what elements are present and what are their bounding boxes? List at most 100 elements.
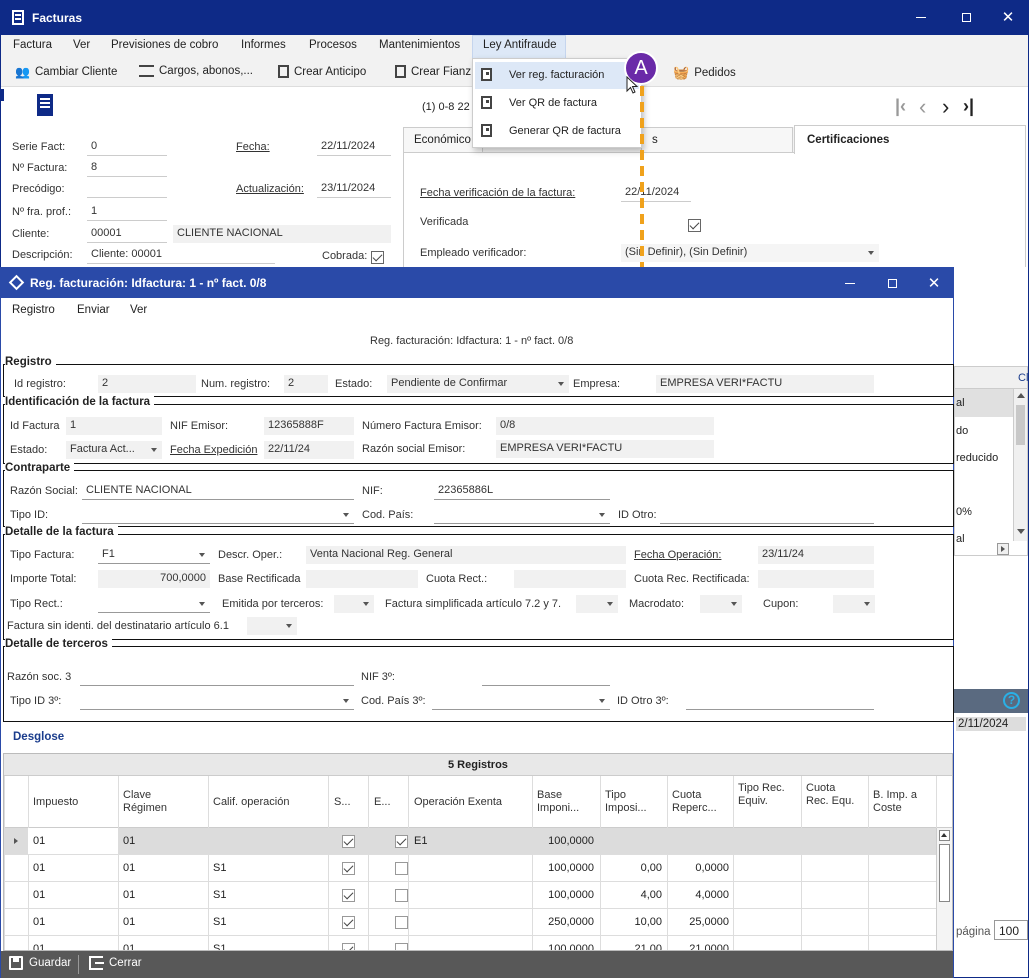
cell-s-checkbox[interactable]: [342, 889, 355, 903]
fecha-label[interactable]: Fecha:: [236, 141, 270, 153]
col-calif-operacion[interactable]: Calif. operación: [213, 796, 289, 809]
col-cuota-rec-equ[interactable]: Cuota Rec. Equ.: [806, 782, 856, 808]
nif3-field[interactable]: [482, 668, 610, 686]
last-record-icon[interactable]: ›|: [963, 96, 974, 117]
num-factura-field[interactable]: 8: [87, 159, 167, 177]
estado-registro-select[interactable]: Pendiente de Confirmar: [387, 375, 569, 393]
nfra-field[interactable]: 1: [87, 203, 167, 221]
col-cuota-repercutida[interactable]: Cuota Reperc...: [672, 789, 732, 815]
cargos-button[interactable]: Cargos, abonos,...: [139, 65, 253, 77]
cobrada-checkbox[interactable]: [371, 251, 384, 265]
descripcion-field[interactable]: Cliente: 00001: [87, 246, 275, 264]
cell-e-checkbox[interactable]: [395, 916, 408, 930]
macrodato-select[interactable]: [700, 595, 742, 613]
col-tipo-impositivo[interactable]: Tipo Imposi...: [605, 789, 665, 815]
cambiar-cliente-button[interactable]: 👥 Cambiar Cliente: [15, 65, 117, 79]
tab-economico[interactable]: Económico: [403, 127, 483, 153]
tipo-factura-select[interactable]: F1: [98, 546, 210, 564]
close-button[interactable]: ✕: [985, 1, 1029, 33]
fecha-field[interactable]: 22/11/2024: [317, 138, 391, 156]
id-otro3-field[interactable]: [686, 692, 874, 710]
menu-previsiones[interactable]: Previsiones de cobro: [111, 39, 218, 51]
id-otro-field[interactable]: [660, 506, 874, 524]
dialog-close-button[interactable]: ✕: [911, 268, 957, 298]
dialog-menu-enviar[interactable]: Enviar: [77, 304, 110, 316]
dialog-maximize-button[interactable]: [869, 268, 915, 298]
actualizacion-label[interactable]: Actualización:: [236, 183, 304, 195]
tipo-rect-select[interactable]: [98, 595, 210, 613]
empleado-select[interactable]: (Sin Definir), (Sin Definir): [621, 244, 879, 262]
grid-scrollbar[interactable]: [936, 828, 952, 950]
col-impuesto[interactable]: Impuesto: [33, 796, 78, 809]
col-e[interactable]: E...: [374, 796, 391, 809]
table-row[interactable]: 01 01 S1 250,0000 10,00 25,0000: [4, 909, 936, 936]
col-base-imponible[interactable]: Base Imponi...: [537, 789, 597, 815]
table-row[interactable]: 01 01 S1 100,0000 0,00 0,0000: [4, 855, 936, 882]
cell-s-checkbox[interactable]: [342, 862, 355, 876]
cell-s-checkbox[interactable]: [342, 835, 355, 849]
page-size-field[interactable]: 100: [994, 920, 1028, 940]
pedidos-button[interactable]: 🧺 Pedidos: [673, 65, 736, 81]
menu-procesos[interactable]: Procesos: [309, 39, 357, 51]
guardar-button[interactable]: Guardar: [9, 956, 71, 970]
fecha-verificacion-label[interactable]: Fecha verificación de la factura:: [420, 187, 575, 199]
table-row[interactable]: 01 01 E1 100,0000: [4, 828, 936, 855]
cliente-code-field[interactable]: 00001: [87, 225, 167, 243]
first-record-icon[interactable]: |‹: [895, 96, 906, 117]
razon-social-field[interactable]: CLIENTE NACIONAL: [82, 482, 354, 500]
verificada-label: Verificada: [420, 216, 469, 228]
cupon-select[interactable]: [833, 595, 875, 613]
crear-anticipo-button[interactable]: Crear Anticipo: [278, 65, 366, 78]
cod-pais-select[interactable]: [434, 506, 610, 524]
cerrar-button[interactable]: Cerrar: [89, 956, 142, 970]
cell-e-checkbox[interactable]: [395, 835, 408, 849]
razon-soc3-field[interactable]: [80, 668, 354, 686]
sin-identi-select[interactable]: [247, 617, 297, 635]
col-tipo-rec-equiv[interactable]: Tipo Rec. Equiv.: [738, 782, 788, 808]
dialog-minimize-button[interactable]: [827, 268, 873, 298]
col-s[interactable]: S...: [334, 796, 351, 809]
table-row[interactable]: 01 01 S1 100,0000 4,00 4,0000: [4, 882, 936, 909]
right-scrollbar[interactable]: [1013, 389, 1027, 541]
nif-emisor-label: NIF Emisor:: [170, 420, 229, 432]
verificada-checkbox[interactable]: [688, 219, 702, 233]
actualizacion-field[interactable]: 23/11/2024: [317, 180, 391, 198]
cell-e-checkbox[interactable]: [395, 862, 408, 876]
col-operacion-exenta[interactable]: Operación Exenta: [414, 796, 502, 809]
tipo-id3-select[interactable]: [80, 692, 354, 710]
dialog-menu-registro[interactable]: Registro: [12, 304, 55, 316]
cod-pais3-select[interactable]: [432, 692, 610, 710]
tipo-id-select[interactable]: [82, 506, 354, 524]
prev-record-icon[interactable]: ‹: [919, 94, 926, 120]
menu-informes[interactable]: Informes: [241, 39, 286, 51]
emitida-terceros-select[interactable]: [334, 595, 374, 613]
fecha-expedicion-label[interactable]: Fecha Expedición: [170, 444, 257, 456]
precodigo-field[interactable]: [87, 180, 167, 198]
tipo-rect-label: Tipo Rect.:: [10, 598, 63, 610]
help-icon[interactable]: ?: [1003, 692, 1020, 709]
nif-field[interactable]: 22365886L: [434, 482, 610, 500]
tab-certificaciones[interactable]: Certificaciones: [794, 125, 1026, 154]
menu-mantenimientos[interactable]: Mantenimientos: [379, 39, 460, 51]
crear-fianza-button[interactable]: Crear Fianz: [395, 65, 471, 78]
factura-simplificada-select[interactable]: [576, 595, 618, 613]
menu-factura[interactable]: Factura: [13, 39, 52, 51]
serie-field[interactable]: 0: [87, 138, 167, 156]
next-record-icon[interactable]: ›: [942, 94, 949, 120]
table-row[interactable]: 01 01 S1 100,0000 21,00 21,0000: [4, 936, 936, 950]
menu-item-ver-qr[interactable]: Ver QR de factura: [509, 97, 597, 109]
menu-ver[interactable]: Ver: [73, 39, 90, 51]
cell-e-checkbox[interactable]: [395, 943, 408, 950]
fecha-operacion-label[interactable]: Fecha Operación:: [634, 549, 721, 561]
cell-s-checkbox[interactable]: [342, 916, 355, 930]
cell-s-checkbox[interactable]: [342, 943, 355, 950]
dialog-menu-ver[interactable]: Ver: [130, 304, 147, 316]
col-clave-regimen[interactable]: Clave Régimen: [123, 789, 193, 815]
tab-second[interactable]: s: [641, 127, 793, 153]
col-b-imp-coste[interactable]: B. Imp. a Coste: [873, 789, 933, 815]
cell-e-checkbox[interactable]: [395, 889, 408, 903]
menu-item-generar-qr[interactable]: Generar QR de factura: [509, 125, 621, 137]
maximize-button[interactable]: [943, 1, 989, 33]
estado-factura-select[interactable]: Factura Act...: [66, 441, 162, 459]
minimize-button[interactable]: [898, 1, 944, 33]
